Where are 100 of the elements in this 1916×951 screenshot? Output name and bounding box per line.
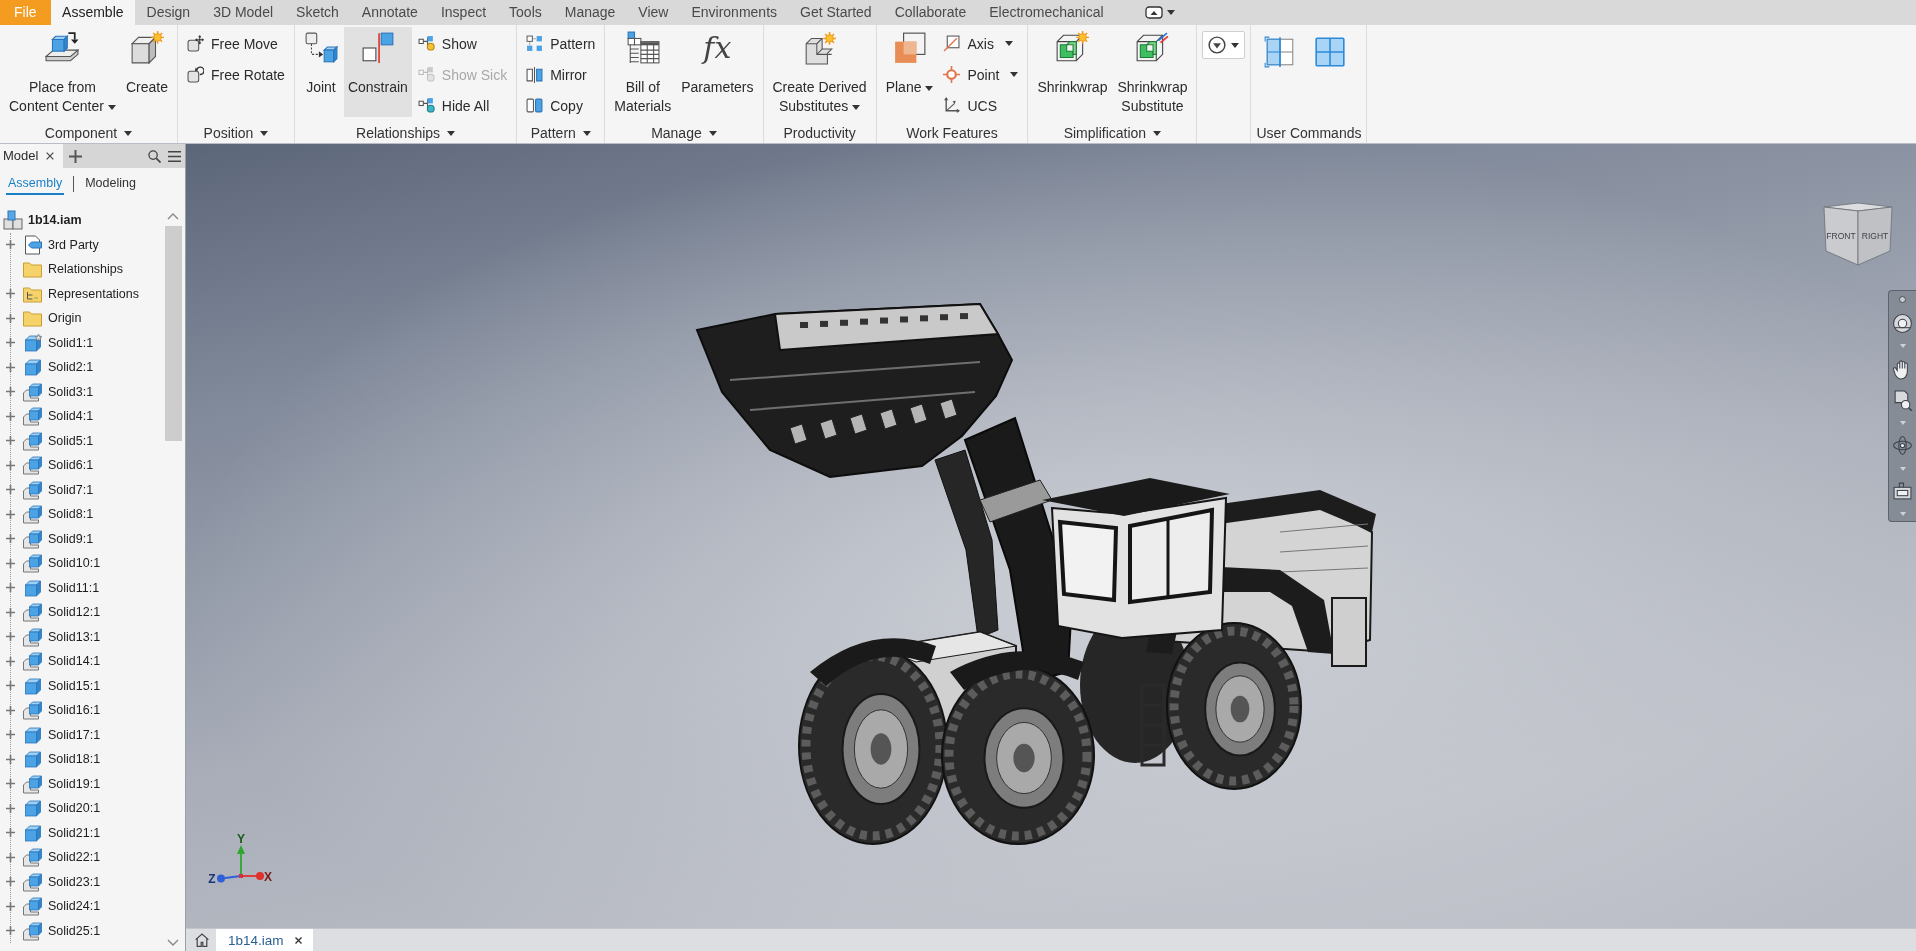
ribbon-button[interactable]: Mirror [522, 59, 600, 90]
ribbon-button[interactable]: Point [939, 59, 1023, 90]
plus-icon[interactable] [5, 704, 16, 716]
ribbon-button[interactable]: UCS [939, 90, 1023, 121]
plus-icon[interactable] [5, 361, 16, 373]
caret-icon[interactable] [1899, 466, 1906, 471]
ribbon-button[interactable]: Place from Content Center [5, 27, 120, 117]
plus-icon[interactable] [5, 876, 16, 888]
plus-icon[interactable] [5, 900, 16, 912]
add-tab-button[interactable] [69, 149, 83, 163]
ribbon-tab[interactable]: Manage [553, 0, 627, 25]
plus-icon[interactable] [5, 459, 16, 471]
ribbon-button[interactable]: Pattern [522, 28, 600, 59]
tree-item[interactable]: Representations [48, 286, 140, 301]
tree-item[interactable]: Solid21:1 [48, 825, 101, 840]
plus-icon[interactable] [5, 631, 16, 643]
plus-icon[interactable] [5, 386, 16, 398]
plus-icon[interactable] [5, 802, 16, 814]
orbit-icon[interactable] [1892, 435, 1913, 457]
tree-item[interactable]: Solid24:1 [48, 899, 101, 914]
plus-icon[interactable] [5, 827, 16, 839]
ribbon-tab[interactable]: 3D Model [201, 0, 285, 25]
plus-icon[interactable] [5, 288, 16, 300]
menu-button[interactable] [168, 149, 181, 163]
tree-item[interactable]: Solid14:1 [48, 654, 101, 669]
tree-item[interactable]: Origin [48, 311, 82, 326]
tree-item[interactable]: Solid9:1 [48, 531, 94, 546]
ribbon-tab[interactable]: Electromechanical [977, 0, 1116, 25]
ribbon-tab[interactable]: View [626, 0, 680, 25]
tree-item[interactable]: Solid12:1 [48, 605, 101, 620]
tree-item[interactable]: Solid13:1 [48, 629, 101, 644]
ribbon-button[interactable]: Constrain [343, 27, 412, 117]
tree-item[interactable]: Solid19:1 [48, 776, 101, 791]
plus-icon[interactable] [5, 753, 16, 765]
plus-icon[interactable] [5, 557, 16, 569]
tree-item[interactable]: Solid10:1 [48, 556, 101, 571]
circle-icon[interactable] [1899, 296, 1906, 303]
panel-menu-button[interactable]: Position [203, 123, 269, 143]
ribbon-tab[interactable]: Tools [497, 0, 554, 25]
browser-mode-tab[interactable]: Modeling [83, 173, 138, 195]
tree-item[interactable]: Solid18:1 [48, 752, 101, 767]
panel-menu-button[interactable]: Component [44, 123, 133, 143]
ribbon-button[interactable]: fx Parameters [677, 27, 758, 117]
browser-mode-tab[interactable]: Assembly [6, 173, 65, 195]
tree-item[interactable]: Solid3:1 [48, 384, 94, 399]
panel-menu-button[interactable]: Manage [651, 123, 717, 143]
tree-item[interactable]: Solid4:1 [48, 409, 94, 424]
ribbon-button[interactable]: Free Move [183, 28, 289, 59]
ribbon-button[interactable]: Create Derived Substitutes [768, 27, 871, 117]
ribbon-button[interactable]: Plane [881, 27, 938, 117]
caret-icon[interactable] [1899, 344, 1906, 349]
dropdown-button[interactable] [1202, 31, 1246, 59]
zoom-icon[interactable] [1892, 389, 1913, 411]
search-button[interactable] [148, 149, 161, 163]
ribbon-button[interactable]: Shrinkwrap [1033, 27, 1112, 117]
chevron-up-icon[interactable] [167, 212, 179, 220]
caret-icon[interactable] [1899, 421, 1906, 426]
document-tab[interactable]: 1b14.iam [216, 929, 292, 951]
tree-item[interactable]: Solid23:1 [48, 874, 101, 889]
ribbon-tab[interactable]: Assemble [50, 0, 136, 25]
ribbon-tab[interactable]: Design [135, 0, 202, 25]
steering-wheel-icon[interactable] [1892, 313, 1913, 335]
chevron-down-icon[interactable] [167, 939, 179, 947]
3d-viewport[interactable]: FRONT RIGHT Y Z X [186, 144, 1916, 928]
tree-item[interactable]: Solid7:1 [48, 482, 94, 497]
tree-item[interactable]: Solid6:1 [48, 458, 94, 473]
tree-item[interactable]: Solid17:1 [48, 727, 101, 742]
tree-item[interactable]: Solid1:1 [48, 335, 94, 350]
plus-icon[interactable] [5, 778, 16, 790]
frame-icon[interactable] [1892, 480, 1913, 502]
ribbon-tab[interactable]: Inspect [429, 0, 498, 25]
plus-icon[interactable] [5, 410, 16, 422]
ribbon-button[interactable]: Hide All [413, 90, 512, 121]
cube-face[interactable]: FRONT [1823, 206, 1859, 266]
caret-icon[interactable] [1899, 511, 1906, 516]
tree-item[interactable]: Solid11:1 [48, 580, 100, 595]
plus-icon[interactable] [5, 239, 16, 251]
ribbon-button[interactable]: Show [413, 28, 512, 59]
plus-icon[interactable] [5, 606, 16, 618]
plus-icon[interactable] [5, 312, 16, 324]
panel-menu-button[interactable]: Relationships [356, 123, 456, 143]
cube-face[interactable]: RIGHT [1857, 206, 1893, 266]
plus-icon[interactable] [5, 851, 16, 863]
panel-menu-button[interactable]: Simplification [1063, 123, 1162, 143]
tree-item[interactable]: Solid22:1 [48, 850, 101, 865]
panel-menu-button[interactable]: Pattern [530, 123, 591, 143]
ribbon-button[interactable]: Create [121, 27, 172, 117]
ribbon-button[interactable]: Shrinkwrap Substitute [1113, 27, 1192, 117]
plus-icon[interactable] [5, 729, 16, 741]
plus-icon[interactable] [5, 508, 16, 520]
tree-item[interactable]: Relationships [48, 262, 124, 277]
ribbon-tab[interactable]: Environments [679, 0, 789, 25]
plus-icon[interactable] [5, 533, 16, 545]
ribbon-button[interactable]: Copy [522, 90, 600, 121]
plus-icon[interactable] [5, 680, 16, 692]
tree-item[interactable]: Solid20:1 [48, 801, 101, 816]
ribbon-tab[interactable]: Get Started [788, 0, 884, 25]
tree-item[interactable]: Solid16:1 [48, 703, 101, 718]
plus-icon[interactable] [5, 582, 16, 594]
tree-item[interactable]: Solid5:1 [48, 433, 94, 448]
